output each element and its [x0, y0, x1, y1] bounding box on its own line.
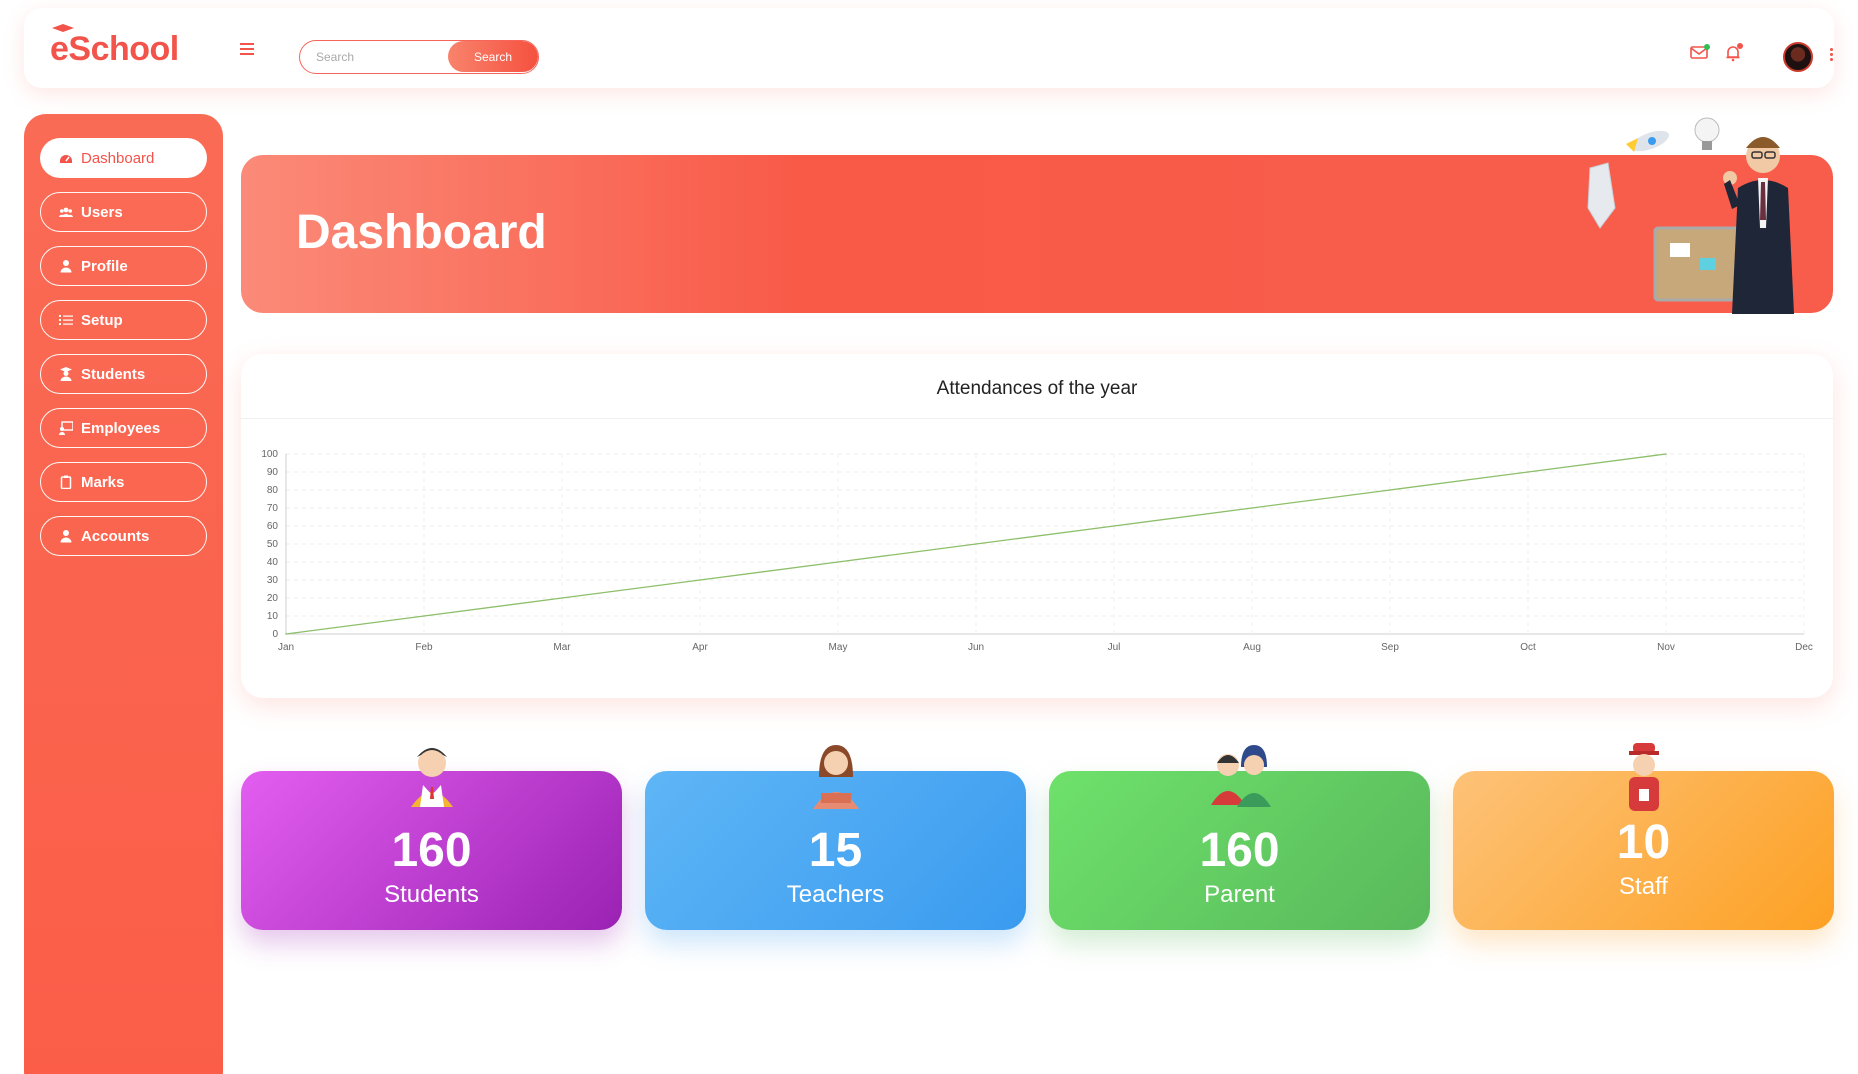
y-tick-label: 0 — [272, 629, 278, 640]
attendance-chart-card: Attendances of the year 0 10 20 30 40 50 60 70 8… — [241, 354, 1833, 698]
y-tick-label: 100 — [261, 449, 278, 460]
x-tick-label: Aug — [1243, 642, 1261, 653]
sidebar-item-label: Setup — [81, 311, 123, 329]
search-box: Search — [299, 40, 539, 74]
sidebar-item-label: Profile — [81, 257, 128, 275]
stat-value: 10 — [1616, 816, 1671, 869]
sidebar-item-label: Users — [81, 203, 123, 221]
stat-label: Students — [384, 881, 479, 908]
attendance-line-chart: 0 10 20 30 40 50 60 70 80 90 100 Jan Feb Mar Apr May Jun… — [261, 449, 1813, 653]
x-tick-label: Jan — [278, 642, 294, 653]
top-bar: eSchool Search — [24, 8, 1834, 88]
stat-value: 160 — [1199, 824, 1280, 877]
clipboard-icon — [60, 475, 72, 489]
sidebar: Dashboard Users Profile Setup Students E… — [24, 114, 223, 1074]
y-tick-label: 20 — [267, 593, 279, 604]
y-tick-label: 70 — [267, 503, 279, 514]
sidebar-item-label: Accounts — [81, 527, 150, 545]
stat-label: Teachers — [786, 881, 885, 908]
y-tick-label: 40 — [267, 557, 279, 568]
x-tick-label: Oct — [1520, 642, 1536, 653]
menu-toggle-button[interactable] — [234, 36, 260, 62]
sidebar-item-employees[interactable]: Employees — [40, 408, 207, 448]
teacher-icon — [59, 421, 73, 435]
data-point — [423, 615, 425, 617]
teacher-illustration — [1587, 117, 1794, 314]
data-point — [285, 633, 287, 635]
x-tick-label: Jul — [1108, 642, 1121, 653]
stat-card-parent[interactable]: 160 Parent — [1049, 745, 1430, 930]
graduate-icon — [60, 367, 72, 381]
notification-button[interactable] — [1724, 43, 1744, 64]
data-point — [837, 561, 839, 563]
y-tick-label: 60 — [267, 521, 279, 532]
x-tick-label: Feb — [415, 642, 433, 653]
sidebar-item-setup[interactable]: Setup — [40, 300, 207, 340]
sidebar-item-accounts[interactable]: Accounts — [40, 516, 207, 556]
stat-label: Parent — [1204, 881, 1275, 908]
student-avatar-icon — [410, 748, 453, 807]
user-icon — [60, 530, 72, 543]
data-point — [975, 543, 977, 545]
search-button[interactable]: Search — [448, 41, 538, 72]
more-options-button[interactable] — [1826, 46, 1836, 66]
logo-text: eSchool — [50, 30, 179, 68]
stat-card-students[interactable]: 160 Students — [241, 748, 622, 930]
kebab-icon — [1829, 48, 1833, 51]
sidebar-item-dashboard[interactable]: Dashboard — [40, 138, 207, 178]
data-point — [1251, 507, 1253, 509]
x-tick-label: Mar — [553, 642, 571, 653]
dashboard-icon — [60, 155, 72, 163]
data-point — [1113, 525, 1115, 527]
data-point — [699, 579, 701, 581]
search-input[interactable] — [300, 41, 448, 72]
sidebar-item-profile[interactable]: Profile — [40, 246, 207, 286]
staff-avatar-icon — [1628, 743, 1659, 811]
stat-label: Staff — [1619, 873, 1668, 900]
page-title: Dashboard — [296, 206, 547, 259]
mail-button[interactable] — [1690, 44, 1710, 64]
chart-title: Attendances of the year — [936, 378, 1138, 399]
sidebar-item-students[interactable]: Students — [40, 354, 207, 394]
graduation-cap-icon — [52, 24, 74, 32]
menu-icon — [240, 43, 254, 55]
sidebar-item-label: Students — [81, 365, 146, 383]
y-tick-label: 90 — [267, 467, 279, 478]
data-point — [561, 597, 563, 599]
sidebar-item-label: Marks — [81, 473, 125, 491]
stat-value: 160 — [391, 824, 472, 877]
list-icon — [59, 315, 73, 325]
stat-card-teachers[interactable]: 15 Teachers — [645, 745, 1026, 930]
x-tick-label: Sep — [1381, 642, 1399, 653]
x-tick-label: Nov — [1657, 642, 1675, 653]
sidebar-item-users[interactable]: Users — [40, 192, 207, 232]
users-icon — [59, 207, 73, 217]
y-tick-label: 50 — [267, 539, 279, 550]
logo[interactable]: eSchool — [50, 24, 179, 70]
sidebar-item-label: Dashboard — [81, 149, 155, 167]
data-point — [1389, 489, 1391, 491]
sidebar-item-label: Employees — [81, 419, 161, 437]
y-tick-label: 10 — [267, 611, 279, 622]
divider — [241, 418, 1833, 419]
parent-avatar-icon — [1210, 745, 1271, 807]
stat-card-staff[interactable]: 10 Staff — [1453, 743, 1834, 930]
user-icon — [60, 260, 72, 273]
sidebar-item-marks[interactable]: Marks — [40, 462, 207, 502]
data-point — [1527, 471, 1529, 473]
teacher-avatar-icon — [812, 745, 859, 809]
x-tick-label: Jun — [968, 642, 984, 653]
x-tick-label: Dec — [1795, 642, 1813, 653]
y-tick-label: 30 — [267, 575, 279, 586]
mail-notification-dot — [1704, 44, 1710, 50]
y-tick-label: 80 — [267, 485, 279, 496]
stat-value: 15 — [808, 824, 863, 877]
x-tick-label: Apr — [692, 642, 708, 653]
x-tick-label: May — [829, 642, 848, 653]
avatar[interactable] — [1783, 42, 1813, 72]
data-point — [1665, 453, 1667, 455]
bell-notification-dot — [1737, 43, 1743, 49]
